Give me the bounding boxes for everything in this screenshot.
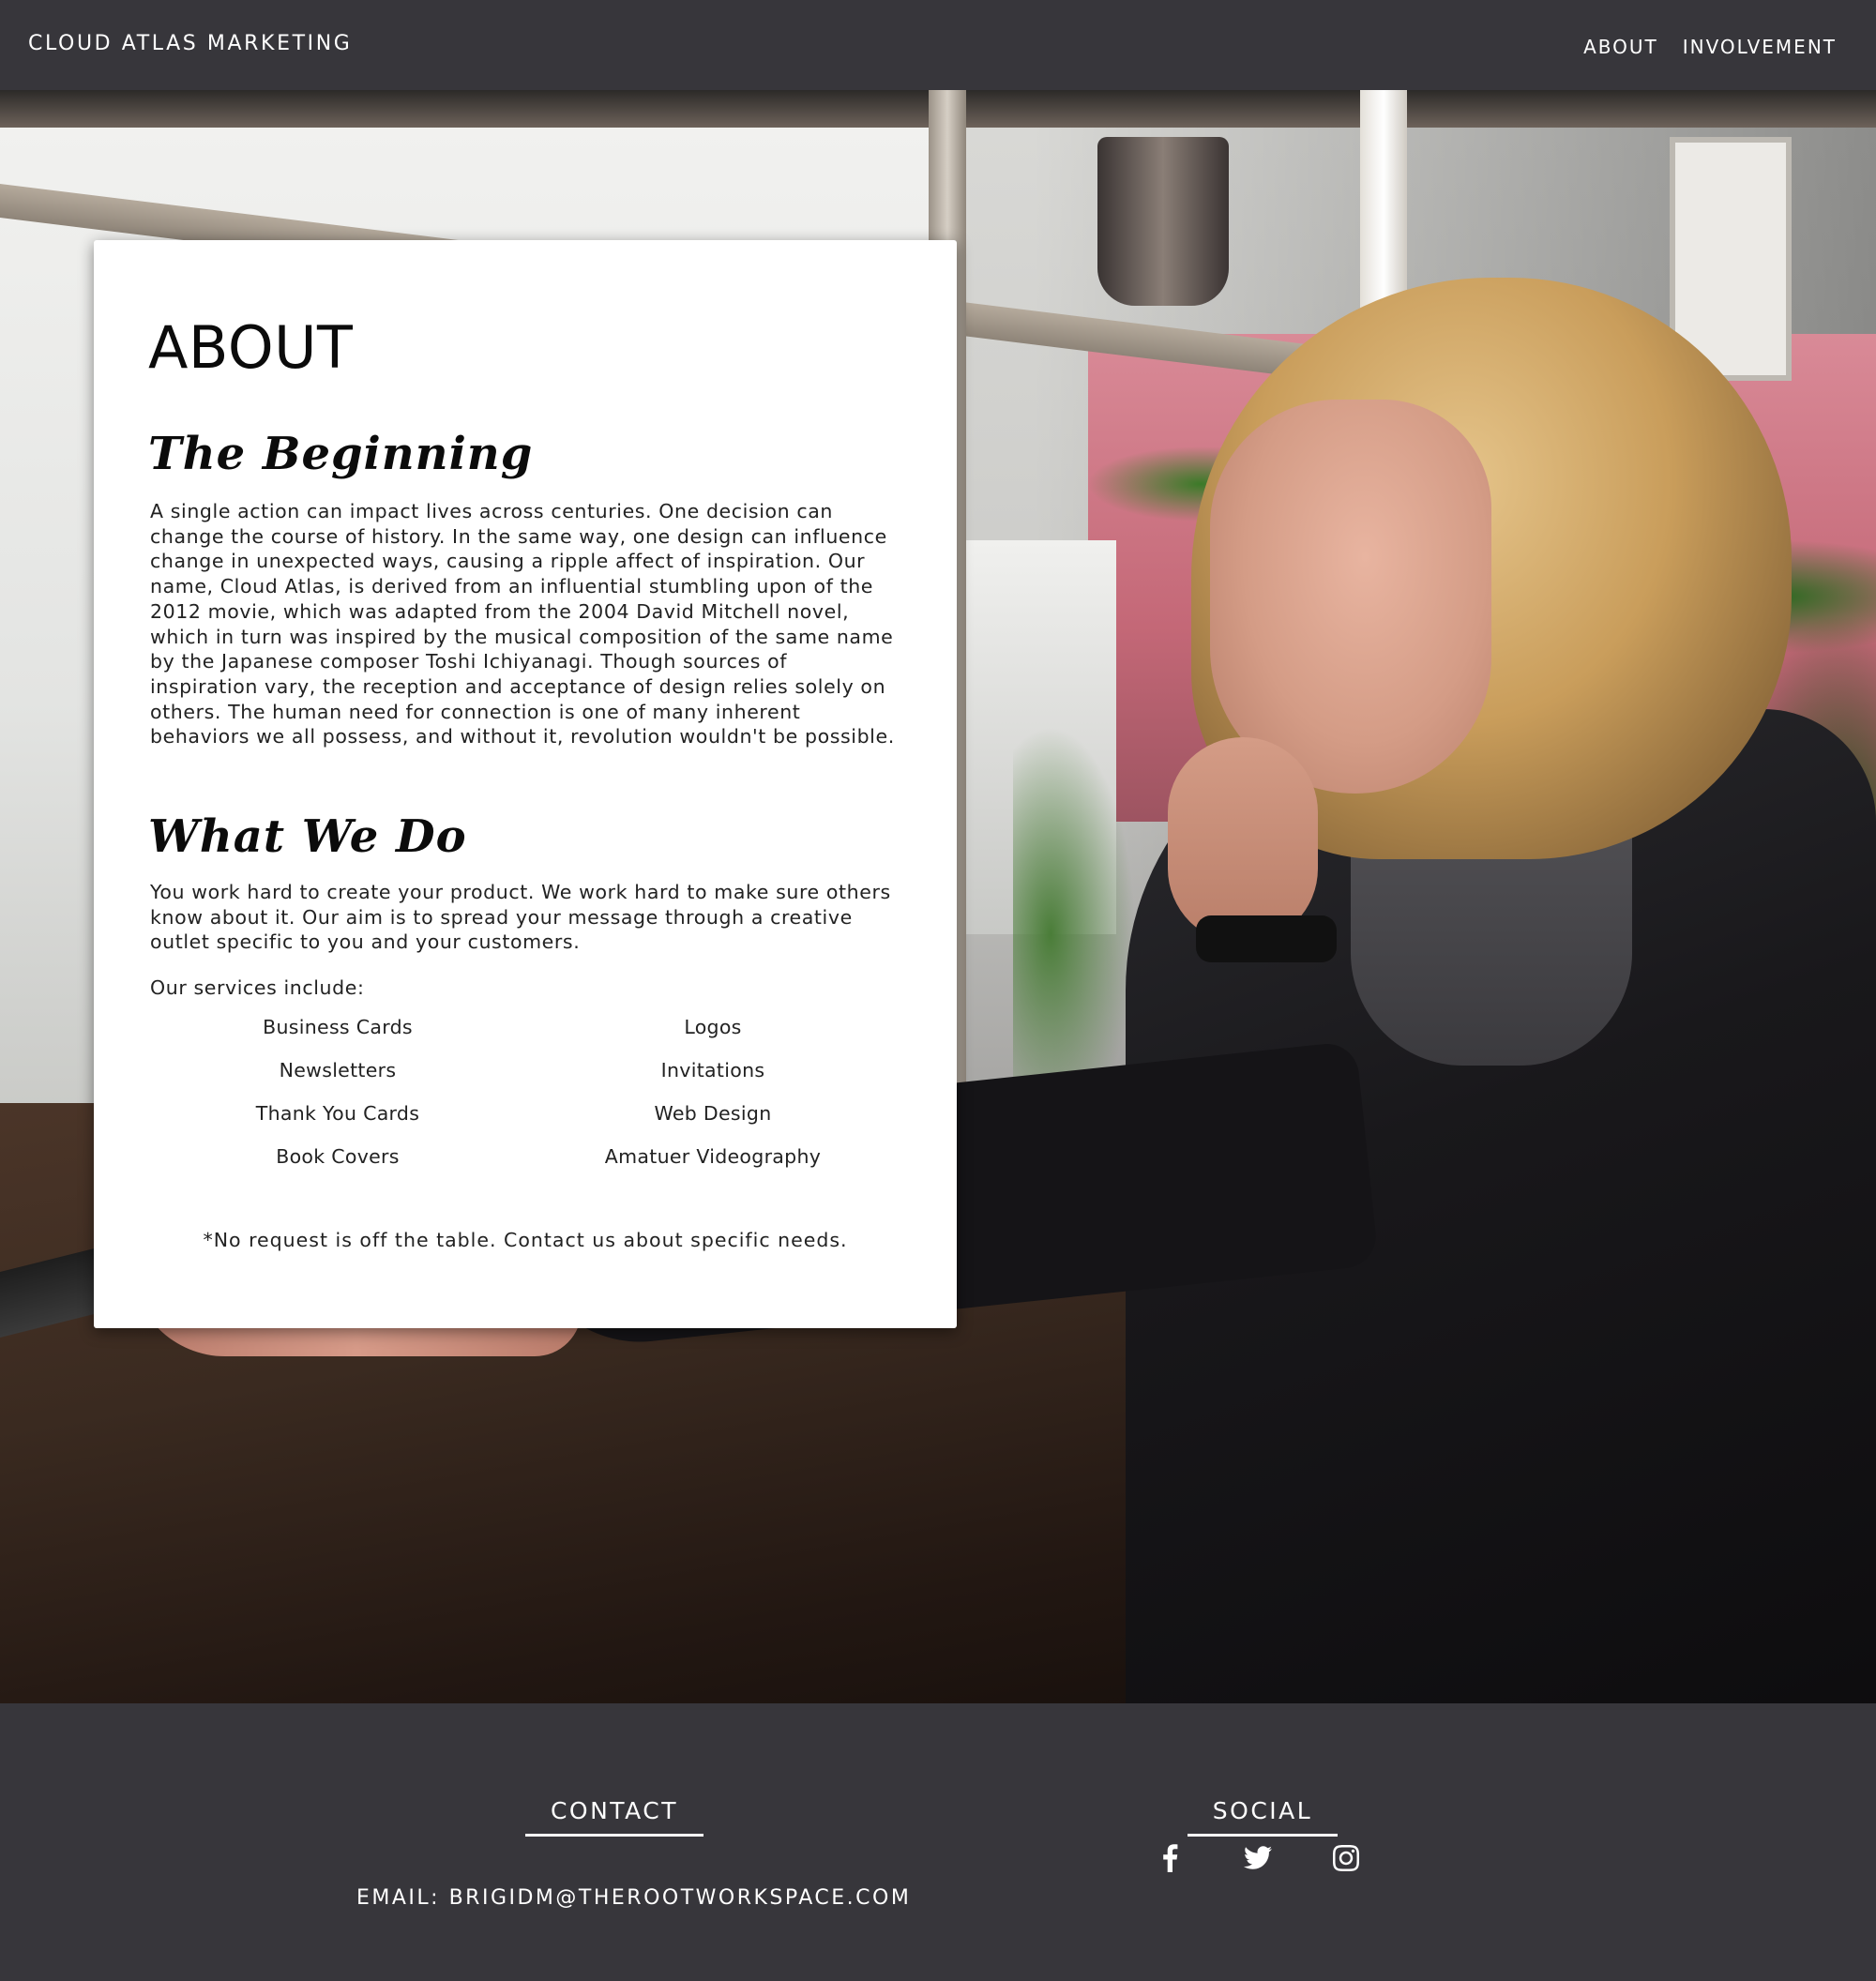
service-item: Amatuer Videography bbox=[604, 1145, 822, 1168]
contact-email[interactable]: EMAIL: BRIGIDM@THEROOTWORKSPACE.COM bbox=[356, 1886, 911, 1910]
service-item: Business Cards bbox=[263, 1016, 413, 1038]
services-note: *No request is off the table. Contact us… bbox=[203, 1229, 848, 1251]
main-nav: ABOUT INVOLVEMENT bbox=[1583, 36, 1837, 58]
brand-logo-text[interactable]: CLOUD ATLAS MARKETING bbox=[28, 32, 352, 55]
service-item: Newsletters bbox=[279, 1059, 397, 1081]
contact-heading: CONTACT bbox=[525, 1797, 704, 1837]
service-item: Invitations bbox=[660, 1059, 765, 1081]
social-section: SOCIAL bbox=[1188, 1797, 1338, 1837]
site-header: CLOUD ATLAS MARKETING ABOUT INVOLVEMENT bbox=[0, 0, 1876, 90]
service-item: Logos bbox=[684, 1016, 742, 1038]
about-card: ABOUT The Beginning A single action can … bbox=[94, 240, 957, 1328]
social-heading: SOCIAL bbox=[1188, 1797, 1338, 1837]
facebook-icon[interactable] bbox=[1150, 1838, 1189, 1878]
twitter-icon[interactable] bbox=[1238, 1838, 1278, 1878]
site-footer: CONTACT EMAIL: BRIGIDM@THEROOTWORKSPACE.… bbox=[0, 1703, 1876, 1981]
page-title: ABOUT bbox=[148, 313, 354, 382]
plant-pot bbox=[1097, 137, 1229, 306]
social-icon-row bbox=[1150, 1838, 1366, 1878]
service-item: Web Design bbox=[654, 1102, 772, 1125]
nav-link-involvement[interactable]: INVOLVEMENT bbox=[1683, 36, 1837, 58]
nav-link-about[interactable]: ABOUT bbox=[1583, 36, 1658, 58]
services-intro: Our services include: bbox=[150, 976, 365, 999]
service-item: Book Covers bbox=[276, 1145, 400, 1168]
hand-on-chin bbox=[1168, 737, 1318, 944]
services-list: Business Cards Logos Newsletters Invitat… bbox=[150, 1015, 900, 1169]
what-we-do-paragraph: You work hard to create your product. We… bbox=[150, 881, 891, 954]
wrist-watch bbox=[1196, 915, 1337, 962]
heading-what-we-do: What We Do bbox=[148, 810, 467, 863]
contact-section: CONTACT bbox=[525, 1797, 704, 1837]
beginning-paragraph: A single action can impact lives across … bbox=[150, 500, 895, 749]
service-item: Thank You Cards bbox=[255, 1102, 420, 1125]
heading-the-beginning: The Beginning bbox=[148, 428, 534, 480]
instagram-icon[interactable] bbox=[1326, 1838, 1366, 1878]
person-face bbox=[1210, 400, 1491, 794]
